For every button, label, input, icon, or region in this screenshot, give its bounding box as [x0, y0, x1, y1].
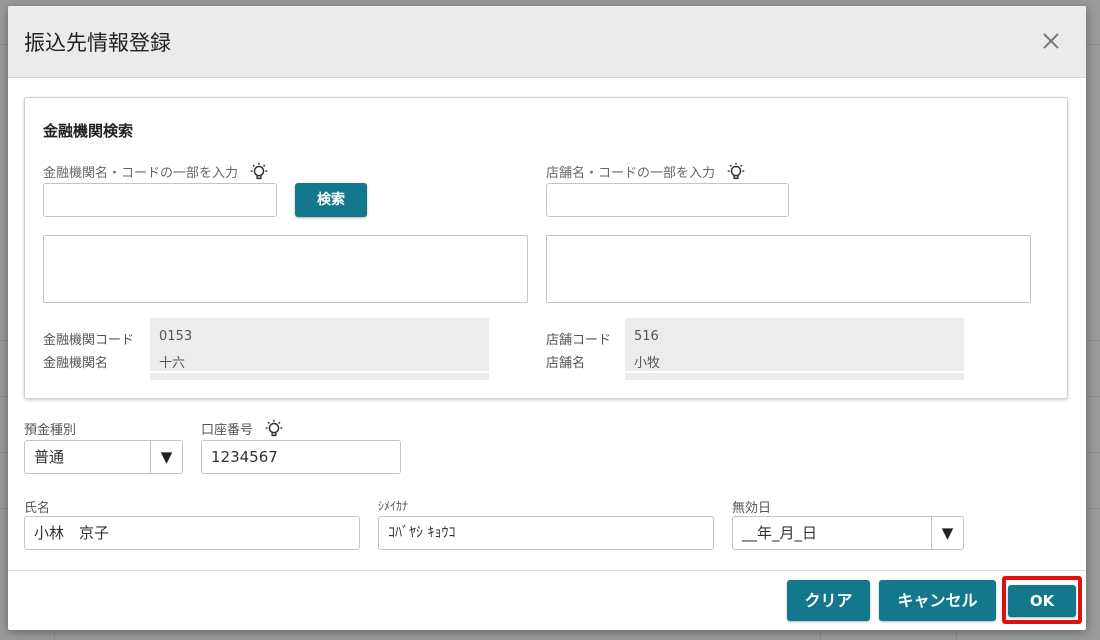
expiry-date-select[interactable]: __年_月_日 ▼: [732, 516, 964, 550]
bank-code-value: 0153: [159, 329, 193, 344]
name-input[interactable]: 小林 京子: [24, 516, 360, 550]
kana-input[interactable]: ｺﾊﾞﾔｼ ｷｮｳｺ: [378, 516, 714, 550]
branch-name-value: 小牧: [634, 356, 661, 371]
bank-search-card: 金融機関検索 金融機関名・コードの一部を入力 検索 店舗名・コードの一部を入力: [24, 97, 1068, 399]
branch-code-label: 店舗コード: [546, 333, 612, 348]
branch-info-readonly: 516 小牧: [625, 318, 964, 380]
branch-input-label-row: 店舗名・コードの一部を入力: [546, 162, 747, 185]
dialog-header: 振込先情報登録: [8, 6, 1086, 78]
bank-input-label-row: 金融機関名・コードの一部を入力: [43, 162, 270, 185]
bank-input-label: 金融機関名・コードの一部を入力: [43, 166, 239, 181]
lightbulb-icon[interactable]: [725, 161, 747, 183]
bank-search-input[interactable]: [43, 183, 277, 217]
clear-button[interactable]: クリア: [787, 580, 870, 621]
bank-name-label: 金融機関名: [43, 356, 109, 371]
chevron-down-icon[interactable]: ▼: [931, 517, 963, 549]
ok-button[interactable]: OK: [1008, 585, 1076, 617]
branch-search-input[interactable]: [546, 183, 789, 217]
branch-name-label: 店舗名: [546, 356, 586, 371]
account-number-label: 口座番号: [201, 423, 254, 438]
chevron-down-icon[interactable]: ▼: [150, 441, 182, 473]
deposit-type-select[interactable]: 普通 ▼: [24, 440, 183, 474]
bank-info-readonly: 0153 十六: [150, 318, 489, 380]
account-number-label-row: 口座番号: [201, 419, 285, 442]
branch-input-label: 店舗名・コードの一部を入力: [546, 166, 716, 181]
deposit-type-value: 普通: [34, 448, 65, 466]
cancel-button[interactable]: キャンセル: [879, 580, 996, 621]
close-icon[interactable]: [1038, 28, 1064, 54]
bank-search-title: 金融機関検索: [43, 122, 134, 140]
name-label: 氏名: [24, 501, 51, 516]
bank-name-value: 十六: [159, 356, 186, 371]
branch-code-value: 516: [634, 329, 659, 344]
footer-divider: [8, 570, 1086, 571]
search-button[interactable]: 検索: [295, 183, 367, 217]
account-number-input[interactable]: 1234567: [201, 440, 401, 474]
expiry-date-value: __年_月_日: [742, 524, 818, 542]
lightbulb-icon[interactable]: [248, 161, 270, 183]
kana-label: ｼﾒｲｶﾅ: [378, 499, 409, 513]
lightbulb-icon[interactable]: [263, 418, 285, 440]
bank-code-label: 金融機関コード: [43, 333, 135, 348]
bank-results-list[interactable]: [43, 235, 528, 303]
dialog-title: 振込先情報登録: [24, 31, 171, 55]
dialog: 振込先情報登録 金融機関検索 金融機関名・コードの一部を入力 検索 店舗名・コー…: [8, 6, 1086, 630]
expiry-label: 無効日: [732, 501, 772, 516]
deposit-type-label: 預金種別: [24, 423, 77, 438]
branch-results-list[interactable]: [546, 235, 1031, 303]
